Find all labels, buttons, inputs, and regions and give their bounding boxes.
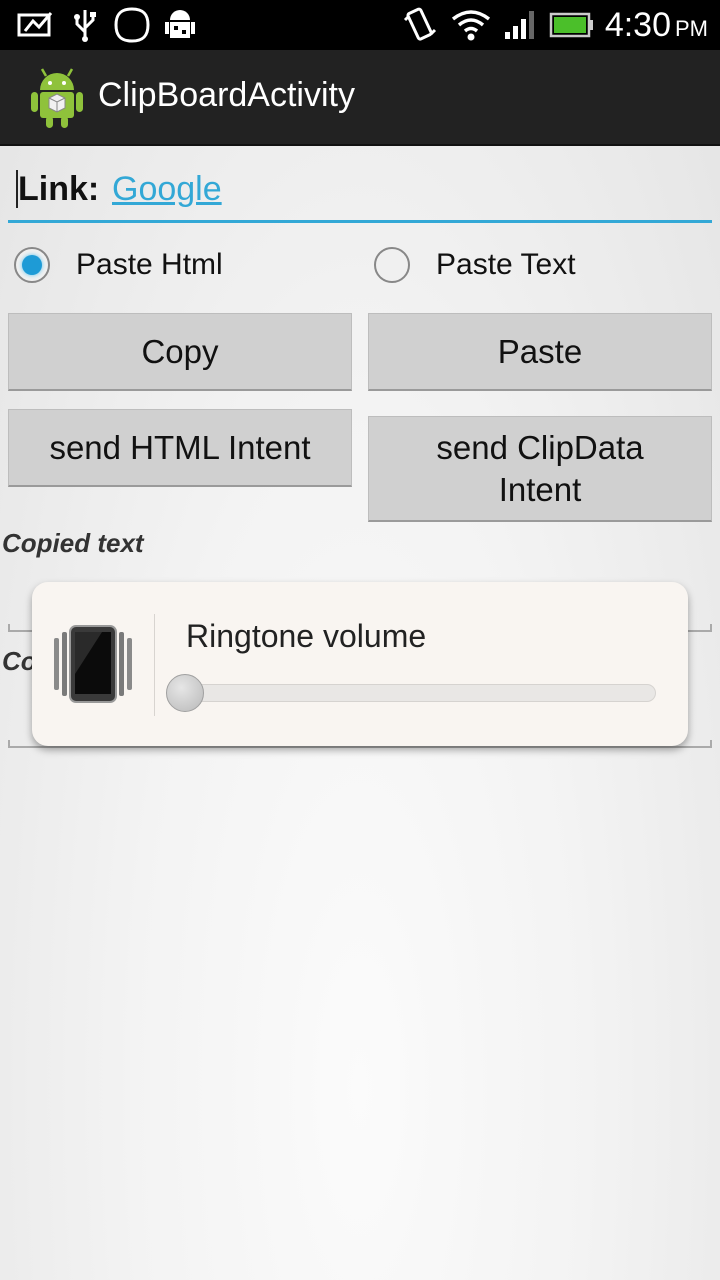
toast-divider xyxy=(154,614,155,716)
google-link[interactable]: Google xyxy=(112,170,222,209)
usb-icon xyxy=(70,0,100,50)
paste-text-radio[interactable] xyxy=(374,247,410,283)
copied-text-label: Copied text xyxy=(2,528,144,558)
paste-html-radio[interactable] xyxy=(14,247,50,283)
blank-notification-icon xyxy=(112,0,152,50)
send-clipdata-line2: Intent xyxy=(498,470,582,508)
send-html-intent-button[interactable]: send HTML Intent xyxy=(8,409,352,487)
action-bar: ClipBoardActivity xyxy=(0,50,720,146)
link-label: Link: xyxy=(18,170,100,208)
paste-button[interactable]: Paste xyxy=(368,313,712,391)
volume-slider-track[interactable] xyxy=(168,684,656,702)
send-clipdata-line1: send ClipData xyxy=(436,428,644,466)
paste-text-label[interactable]: Paste Text xyxy=(436,248,576,282)
clock-time: 4:30 xyxy=(604,6,671,44)
ringtone-volume-label: Ringtone volume xyxy=(186,618,427,654)
android-debug-icon xyxy=(162,0,198,50)
status-clock: 4:30 PM xyxy=(605,0,708,50)
status-bar: 4:30 PM xyxy=(0,0,720,50)
copy-button[interactable]: Copy xyxy=(8,313,352,391)
volume-dialog: Ringtone volume xyxy=(32,582,688,746)
clock-ampm: PM xyxy=(675,16,708,41)
send-clipdata-intent-button[interactable]: send ClipData Intent xyxy=(368,416,712,522)
signal-icon xyxy=(502,0,538,50)
picture-message-icon xyxy=(16,0,56,50)
link-input[interactable]: Link: Google xyxy=(8,160,712,223)
battery-icon xyxy=(548,0,596,50)
app-title: ClipBoardActivity xyxy=(98,76,355,114)
android-app-icon[interactable] xyxy=(28,66,86,134)
vibrate-phone-icon xyxy=(52,624,134,708)
paste-html-label[interactable]: Paste Html xyxy=(76,248,223,282)
vibrate-icon xyxy=(400,0,440,50)
wifi-icon xyxy=(450,0,492,50)
volume-slider-thumb[interactable] xyxy=(166,674,204,712)
